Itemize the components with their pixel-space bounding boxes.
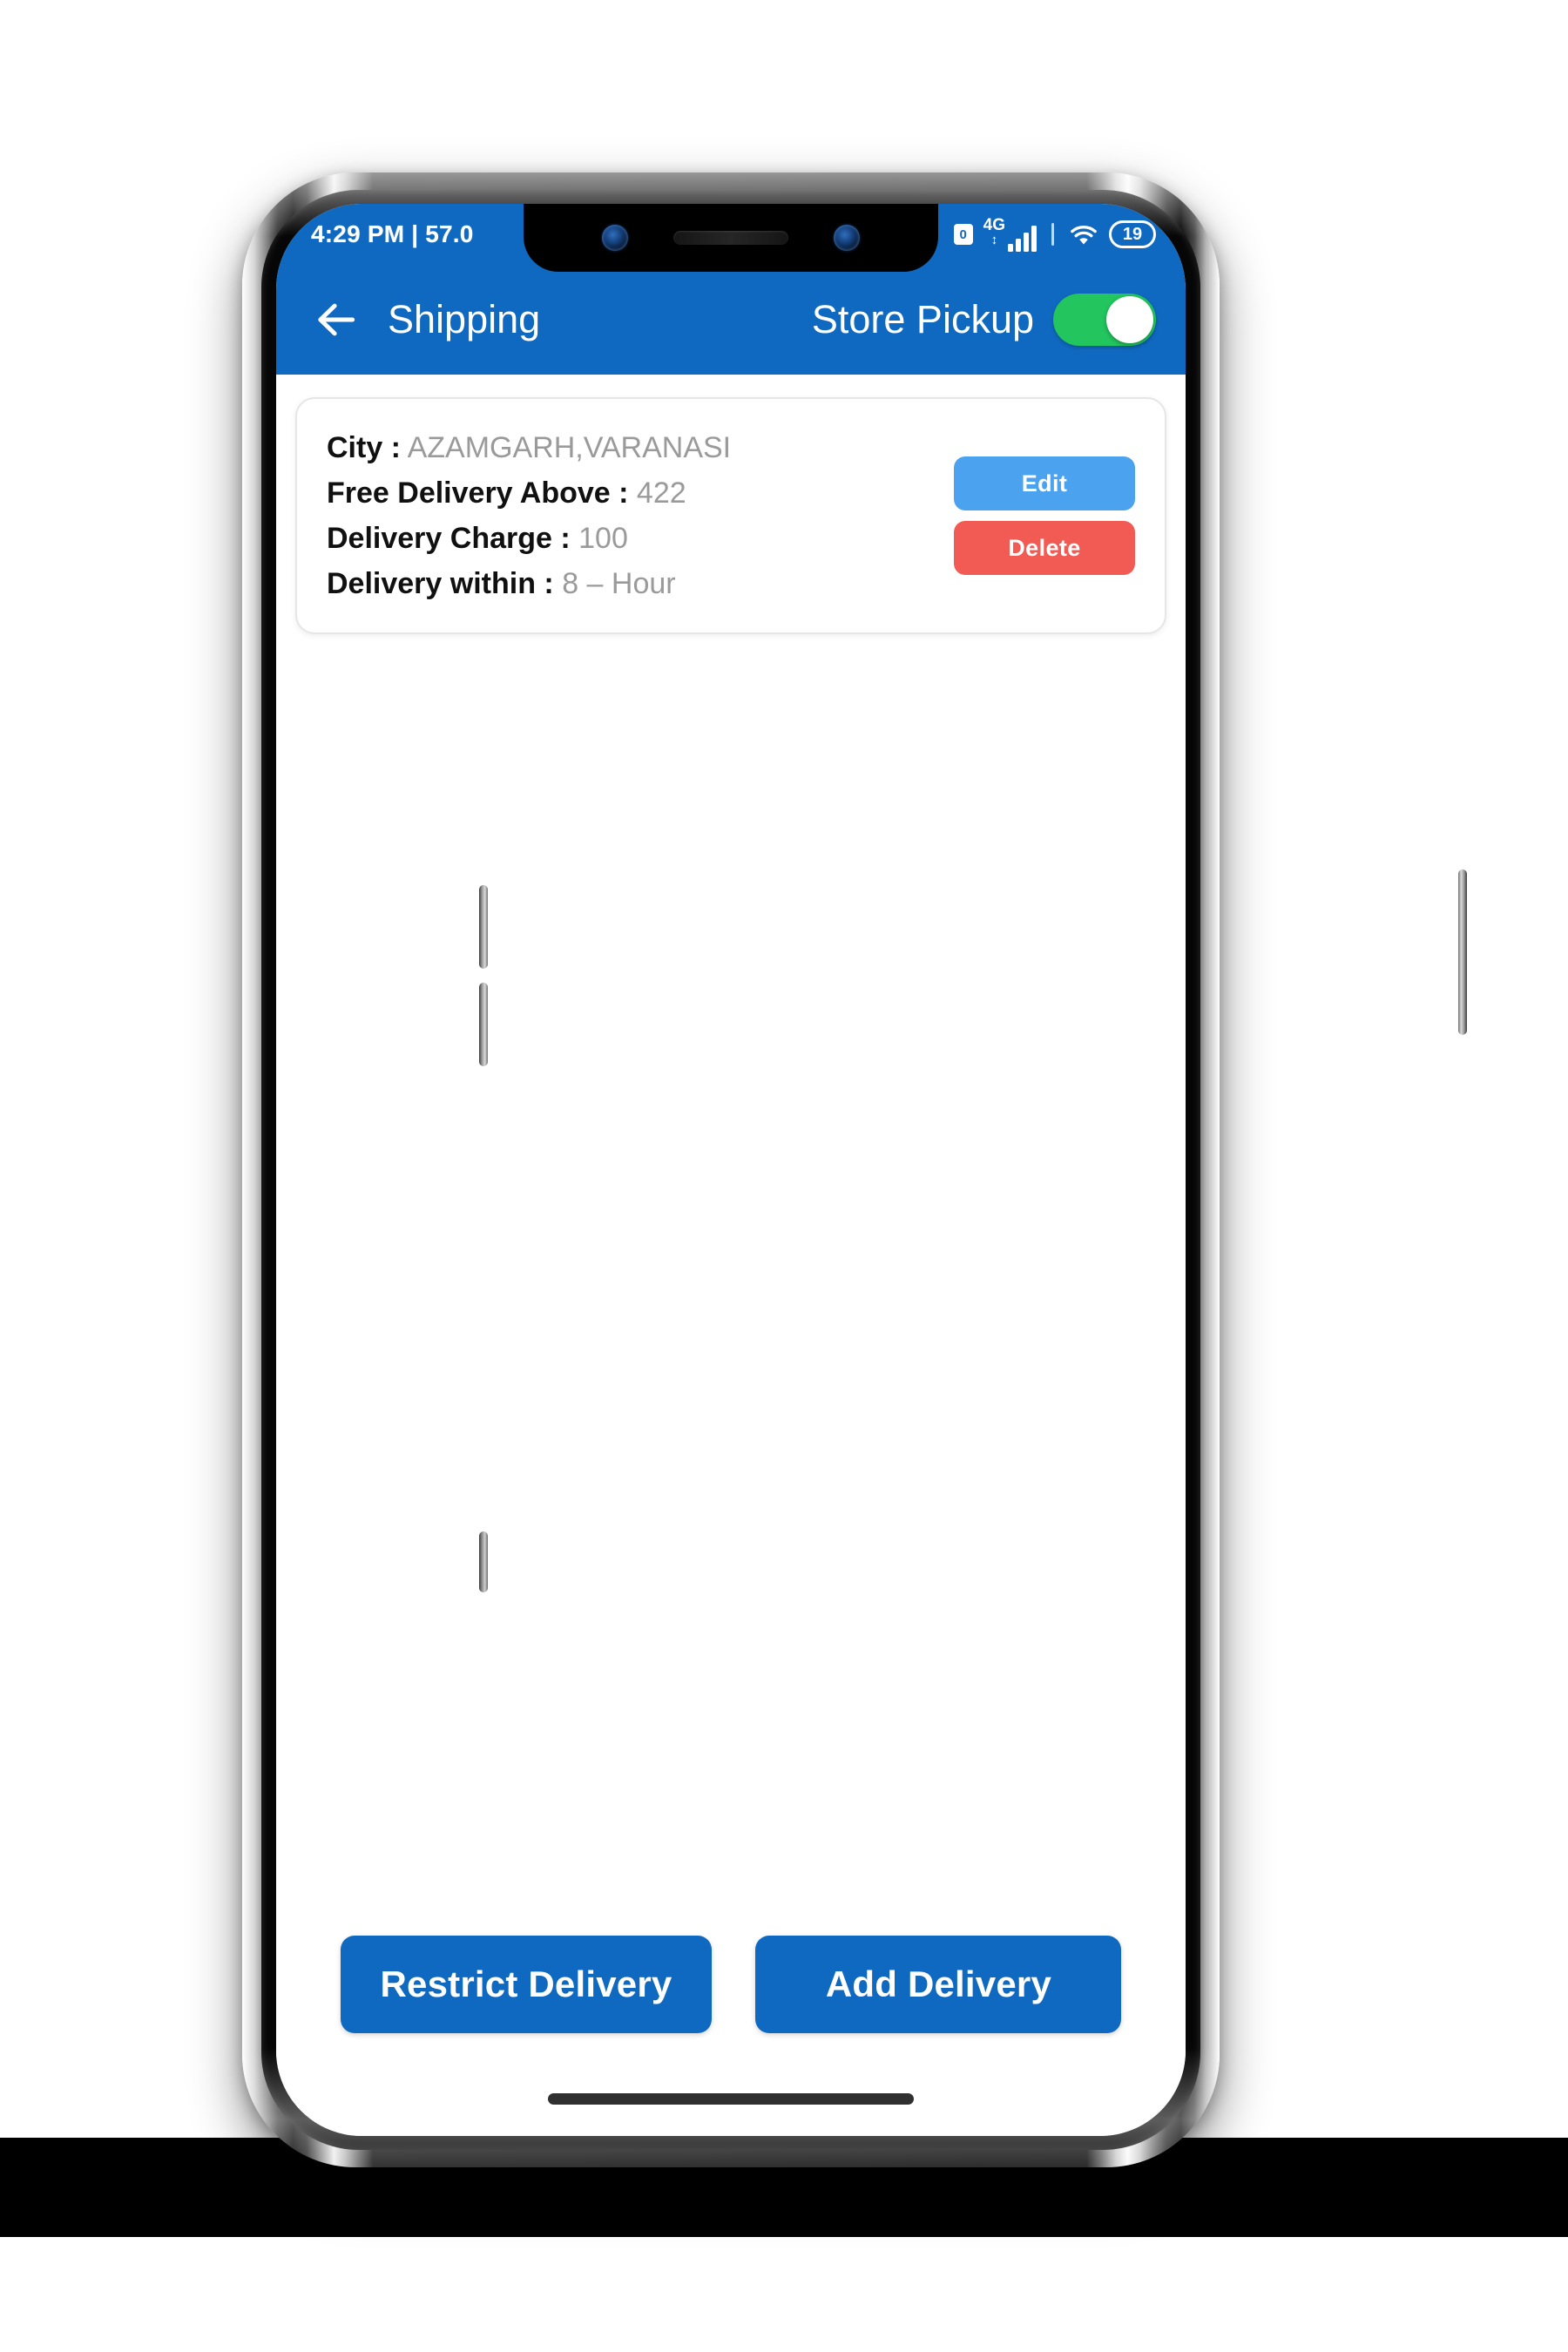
header-title-row: Shipping Store Pickup (276, 265, 1186, 375)
detail-label: City : (327, 431, 401, 464)
detail-label: Delivery within : (327, 567, 554, 600)
phone-bezel: 4:29 PM | 57.0 0 4G ↕ 19 Shipping Store … (261, 190, 1200, 2150)
earpiece-speaker-icon (673, 231, 788, 245)
restrict-delivery-button[interactable]: Restrict Delivery (340, 1936, 713, 2033)
detail-row-delivery-charge: Delivery Charge : 100 (327, 516, 954, 561)
detail-value: 8 – Hour (562, 567, 676, 600)
network-status-group: 4G ↕ (983, 217, 1037, 252)
store-pickup-group: Store Pickup (812, 294, 1156, 346)
notch (524, 204, 938, 272)
edit-button[interactable]: Edit (954, 456, 1135, 510)
delivery-rule-actions: Edit Delete (954, 425, 1140, 575)
detail-row-delivery-within: Delivery within : 8 – Hour (327, 561, 954, 606)
page-title: Shipping (388, 297, 541, 341)
status-bar-icons: 0 4G ↕ 19 (953, 217, 1156, 252)
network-type-label: 4G (983, 216, 1005, 234)
store-pickup-label: Store Pickup (811, 297, 1034, 341)
delete-button[interactable]: Delete (954, 521, 1135, 575)
detail-label: Free Delivery Above : (327, 476, 629, 510)
front-camera-icon (602, 225, 628, 251)
network-type-icon: 4G ↕ (983, 217, 1005, 252)
detail-value: AZAMGARH,VARANASI (407, 431, 732, 464)
store-pickup-toggle[interactable] (1053, 294, 1156, 346)
detail-value: 100 (578, 522, 628, 555)
detail-label: Delivery Charge : (327, 522, 571, 555)
phone-device-frame: 4:29 PM | 57.0 0 4G ↕ 19 Shipping Store … (242, 172, 1467, 2167)
volume-down-button[interactable] (479, 983, 488, 1066)
delivery-rule-card: City : AZAMGARH,VARANASI Free Delivery A… (295, 397, 1166, 634)
add-delivery-button[interactable]: Add Delivery (755, 1936, 1122, 2033)
detail-row-city: City : AZAMGARH,VARANASI (327, 425, 954, 470)
silent-switch-button[interactable] (479, 1531, 488, 1592)
status-separator (1051, 223, 1054, 246)
phone-screen: 4:29 PM | 57.0 0 4G ↕ 19 Shipping Store … (276, 204, 1186, 2136)
wifi-icon (1071, 226, 1097, 245)
bottom-action-bar: Restrict Delivery Add Delivery (276, 1936, 1186, 2033)
home-indicator[interactable] (548, 2093, 914, 2105)
front-camera-secondary-icon (834, 225, 860, 251)
back-button[interactable] (309, 293, 363, 347)
detail-row-free-delivery-above: Free Delivery Above : 422 (327, 470, 954, 516)
power-button[interactable] (1458, 869, 1467, 1035)
volume-up-button[interactable] (479, 885, 488, 969)
status-bar-time-and-data: 4:29 PM | 57.0 (311, 220, 474, 247)
alarm-clock-icon: 0 (953, 224, 973, 245)
detail-value: 422 (636, 476, 686, 510)
signal-bars-icon (1008, 226, 1037, 252)
screen-content: City : AZAMGARH,VARANASI Free Delivery A… (276, 375, 1186, 2136)
delivery-rule-details: City : AZAMGARH,VARANASI Free Delivery A… (327, 425, 954, 606)
data-arrows-icon: ↕ (990, 233, 998, 247)
arrow-left-icon (318, 303, 355, 336)
battery-status-badge: 19 (1109, 220, 1156, 248)
toggle-knob (1106, 296, 1153, 343)
